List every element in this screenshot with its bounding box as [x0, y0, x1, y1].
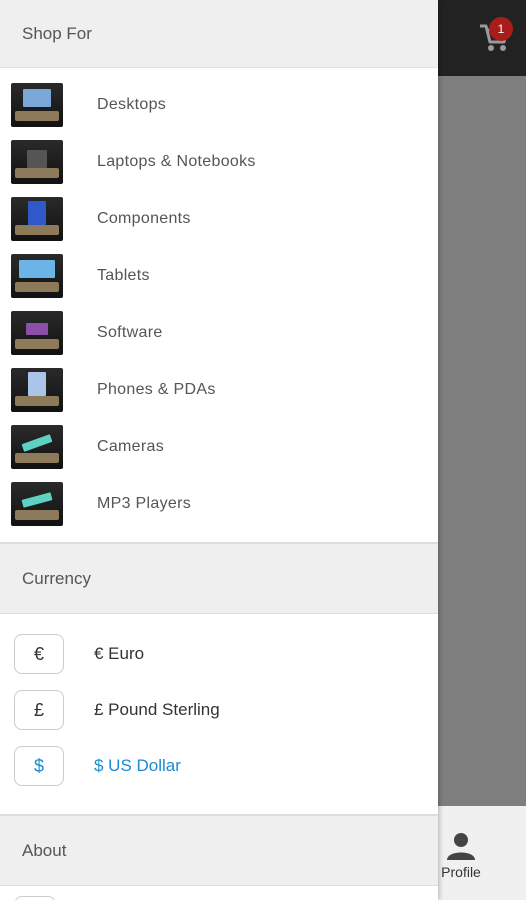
category-label: Tablets	[97, 266, 150, 284]
profile-label: Profile	[441, 864, 481, 880]
mp3-thumb	[11, 481, 63, 526]
category-item-components[interactable]: Components	[0, 190, 438, 247]
currency-label: £ Pound Sterling	[94, 700, 220, 719]
cart-badge: 1	[489, 17, 513, 41]
category-label: Components	[97, 209, 191, 227]
euro-symbol-icon: €	[14, 634, 64, 674]
profile-tab[interactable]: Profile	[438, 830, 484, 880]
desktop-thumb	[11, 82, 63, 127]
currency-item-euro[interactable]: € € Euro	[0, 626, 438, 682]
currency-header: Currency	[0, 544, 438, 614]
category-label: MP3 Players	[97, 494, 191, 512]
pound-symbol-icon: £	[14, 690, 64, 730]
category-item-desktops[interactable]: Desktops	[0, 76, 438, 133]
component-thumb	[11, 196, 63, 241]
category-item-tablets[interactable]: Tablets	[0, 247, 438, 304]
category-label: Cameras	[97, 437, 165, 455]
category-item-mp3[interactable]: MP3 Players	[0, 475, 438, 532]
shop-for-header: Shop For	[0, 0, 438, 68]
category-item-phones[interactable]: Phones & PDAs	[0, 361, 438, 418]
category-item-cameras[interactable]: Cameras	[0, 418, 438, 475]
currency-label: € Euro	[94, 644, 145, 663]
currency-list: € € Euro £ £ Pound Sterling $ $ US Dolla…	[0, 614, 438, 816]
laptop-thumb	[11, 139, 63, 184]
dim-overlay[interactable]	[438, 76, 526, 900]
category-label: Laptops & Notebooks	[97, 152, 256, 170]
navigation-drawer: Shop For Desktops Laptops & Notebooks Co…	[0, 0, 438, 900]
tablet-thumb	[11, 253, 63, 298]
currency-item-usd[interactable]: $ $ US Dollar	[0, 738, 438, 794]
currency-item-pound[interactable]: £ £ Pound Sterling	[0, 682, 438, 738]
person-icon	[447, 833, 475, 860]
about-item-icon[interactable]	[14, 896, 56, 900]
category-list: Desktops Laptops & Notebooks Components …	[0, 68, 438, 544]
software-thumb	[11, 310, 63, 355]
category-item-laptops[interactable]: Laptops & Notebooks	[0, 133, 438, 190]
currency-label: $ US Dollar	[94, 756, 181, 775]
dollar-symbol-icon: $	[14, 746, 64, 786]
category-item-software[interactable]: Software	[0, 304, 438, 361]
about-header: About	[0, 816, 438, 886]
category-label: Phones & PDAs	[97, 380, 216, 398]
category-label: Software	[97, 323, 163, 341]
category-label: Desktops	[97, 95, 167, 113]
camera-thumb	[11, 424, 63, 469]
phone-thumb	[11, 367, 63, 412]
